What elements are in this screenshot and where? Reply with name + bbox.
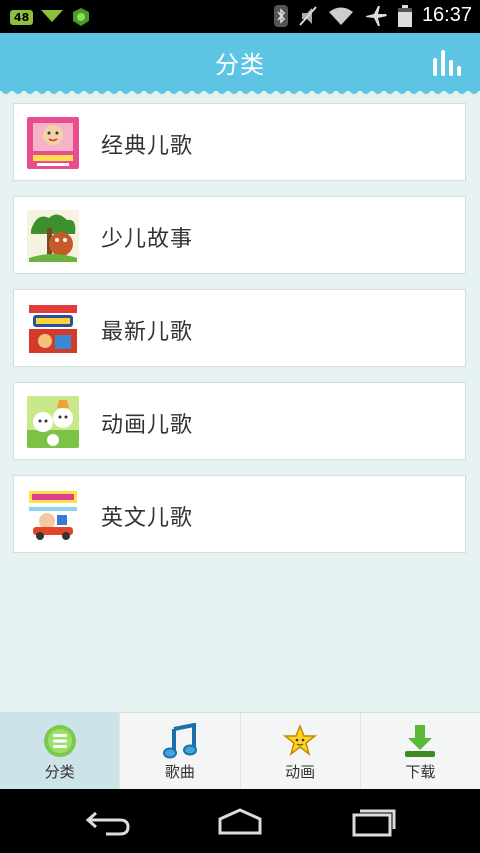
category-label: 经典儿歌 [101,134,194,159]
status-bar: 48 16:37 [0,0,480,33]
tab-songs[interactable]: 歌曲 [120,713,241,790]
system-navigation-bar [0,789,480,853]
category-item-cartoon-songs[interactable]: 动画儿歌 [13,382,466,460]
category-item-english-songs[interactable]: 英文儿歌 [13,475,466,553]
battery-icon [397,4,412,27]
category-item-classic-songs[interactable]: 经典儿歌 [13,103,466,181]
tab-label: 下载 [405,763,436,781]
back-icon[interactable] [84,807,132,837]
category-label: 最新儿歌 [101,320,194,345]
app-notification-icon [73,8,90,26]
bluetooth-icon [273,4,288,27]
category-item-kids-stories[interactable]: 少儿故事 [13,196,466,274]
tab-label: 动画 [285,763,316,781]
notification-badge: 48 [10,9,34,25]
category-label: 英文儿歌 [101,506,194,531]
page-title: 分类 [215,51,265,79]
recent-apps-icon[interactable] [350,807,398,837]
equalizer-icon[interactable] [432,48,466,76]
category-list: 经典儿歌 少儿故事 最新儿歌 动画儿歌 英文儿歌 [13,103,466,568]
cartoon-songs-thumbnail [27,396,79,448]
category-icon [43,725,76,757]
tab-label: 分类 [44,763,75,781]
tab-download[interactable]: 下载 [361,713,480,790]
classic-songs-thumbnail [27,117,79,169]
kids-stories-thumbnail [27,210,79,262]
signal-down-icon [41,10,64,22]
home-icon[interactable] [216,807,264,837]
download-icon [405,725,436,757]
header-bar: 分类 [0,33,480,94]
tab-animation[interactable]: 动画 [241,713,361,790]
bottom-tab-bar: 分类 歌曲 动画 下载 [0,712,480,790]
header-wave-edge [0,89,480,94]
category-item-newest-songs[interactable]: 最新儿歌 [13,289,466,367]
english-songs-thumbnail [27,489,79,541]
tab-category[interactable]: 分类 [0,713,121,790]
mute-icon [299,5,317,26]
tab-label: 歌曲 [164,763,195,781]
category-label: 动画儿歌 [101,413,194,438]
newest-songs-thumbnail [27,303,79,355]
star-icon [282,723,318,756]
airplane-mode-icon [365,5,387,26]
clock: 16:37 [421,4,472,26]
music-note-icon [162,723,197,759]
category-label: 少儿故事 [101,227,194,252]
wifi-icon [328,7,353,25]
